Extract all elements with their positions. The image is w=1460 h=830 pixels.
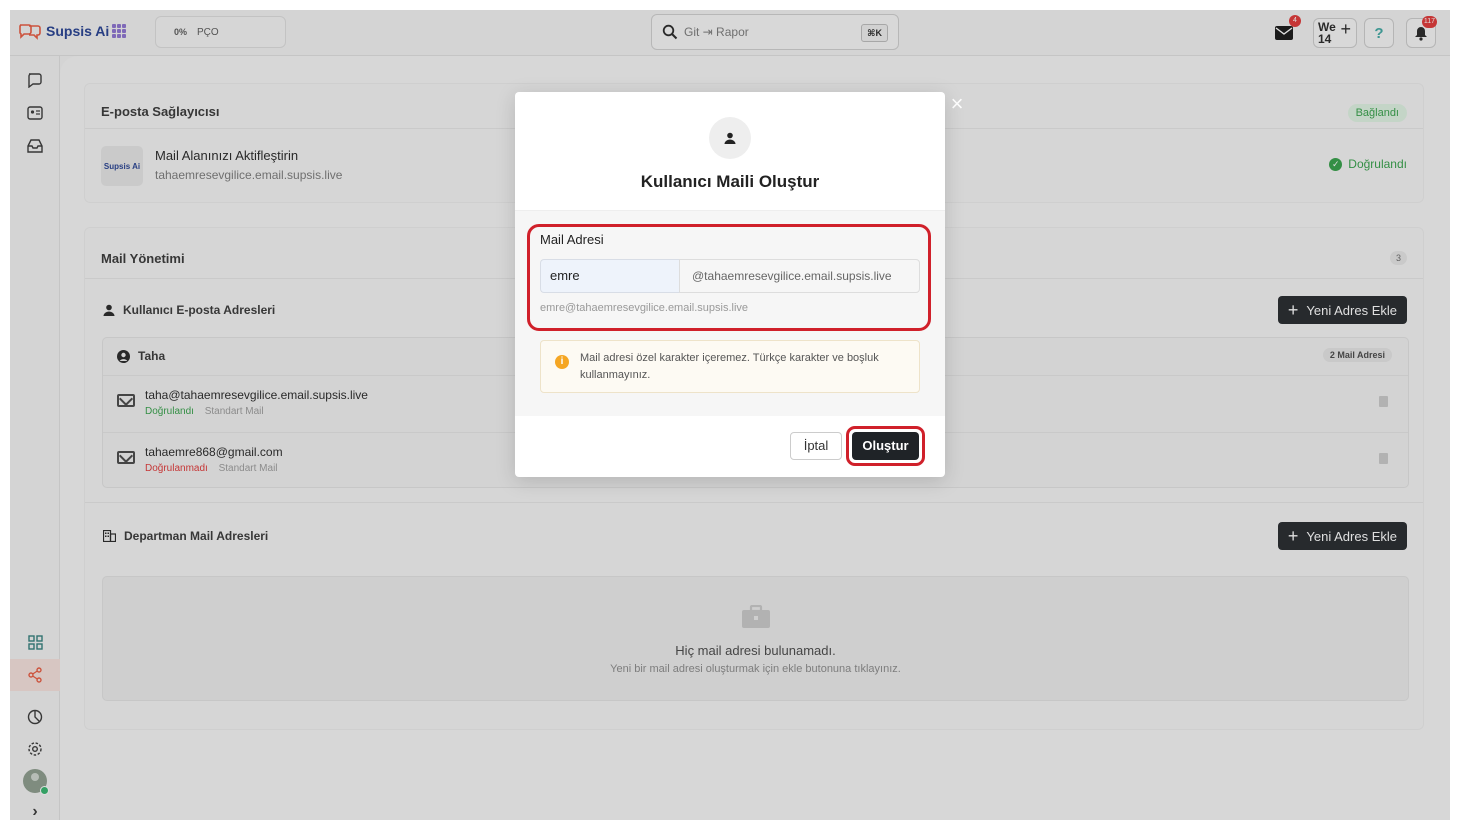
mail-username-input[interactable]: emre	[540, 259, 679, 293]
create-user-mail-modal: Kullanıcı Maili Oluştur Mail Adresi emre…	[515, 92, 945, 477]
modal-close-button[interactable]: ×	[947, 93, 967, 115]
app-window: Supsis Ai 0% PÇO Git ⇥ Rapor ⌘K 4 We 14 …	[10, 10, 1450, 820]
modal-header: Kullanıcı Maili Oluştur	[515, 92, 945, 211]
create-button[interactable]: Oluştur	[852, 432, 919, 460]
info-icon: i	[555, 355, 569, 369]
mail-preview: emre@tahaemresevgilice.email.supsis.live	[540, 302, 749, 314]
modal-body: Mail Adresi emre @tahaemresevgilice.emai…	[515, 211, 945, 416]
modal-avatar	[709, 117, 751, 159]
domain-suffix: @tahaemresevgilice.email.supsis.live	[679, 259, 920, 293]
mail-address-label: Mail Adresi	[540, 232, 604, 247]
modal-title: Kullanıcı Maili Oluştur	[640, 172, 820, 191]
warning-text: Mail adresi özel karakter içeremez. Türk…	[580, 352, 879, 381]
warning-box: i Mail adresi özel karakter içeremez. Tü…	[540, 340, 920, 393]
user-icon	[724, 132, 736, 144]
cancel-button[interactable]: İptal	[790, 432, 842, 460]
